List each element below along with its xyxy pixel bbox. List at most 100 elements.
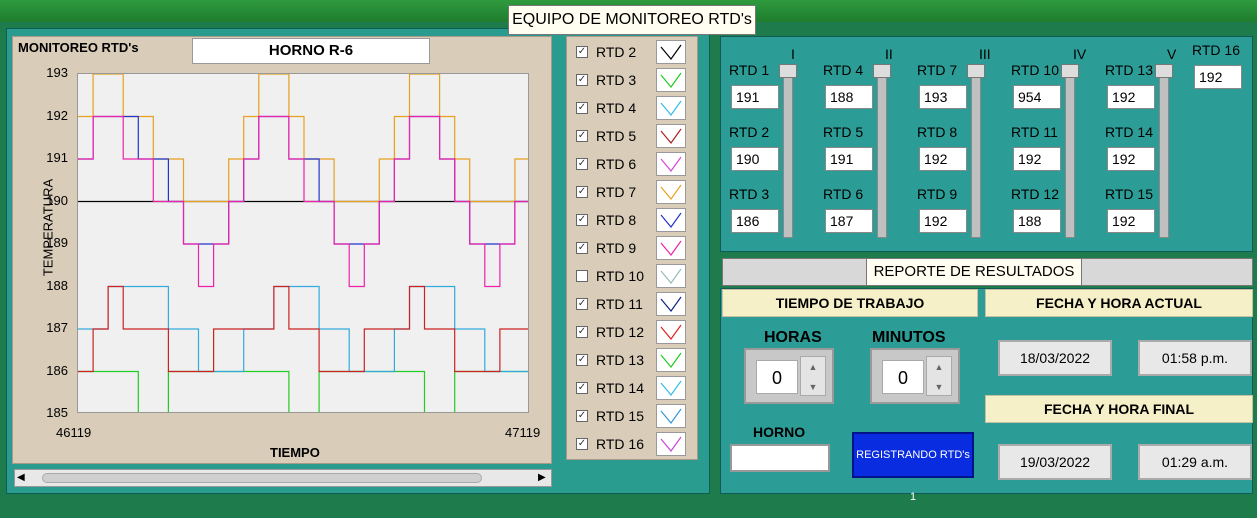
legend-label: RTD 15 xyxy=(596,408,644,424)
slider-roman-label: II xyxy=(885,46,893,62)
rtd-value: 186 xyxy=(731,209,779,233)
slider-track[interactable] xyxy=(877,68,887,238)
legend-item[interactable]: ✓ RTD 12 xyxy=(572,318,696,346)
rtd-label: RTD 8 xyxy=(917,124,958,140)
legend-item[interactable]: RTD 10 xyxy=(572,262,696,290)
legend-item[interactable]: ✓ RTD 7 xyxy=(572,178,696,206)
rtd-label: RTD 12 xyxy=(1011,186,1059,202)
legend-label: RTD 9 xyxy=(596,240,637,256)
current-datetime-header: FECHA Y HORA ACTUAL xyxy=(985,289,1253,317)
legend-label: RTD 8 xyxy=(596,212,637,228)
scroll-left-icon[interactable]: ◀ xyxy=(17,472,25,483)
slider-track[interactable] xyxy=(783,68,793,238)
legend-item[interactable]: ✓ RTD 16 xyxy=(572,430,696,458)
oven-input[interactable] xyxy=(730,444,830,472)
plot-area[interactable] xyxy=(77,73,529,413)
rtd-label: RTD 5 xyxy=(823,124,864,140)
legend-swatch xyxy=(656,404,686,428)
rtd-label: RTD 1 xyxy=(729,62,770,78)
legend-checkbox[interactable]: ✓ xyxy=(576,186,588,198)
legend-checkbox[interactable]: ✓ xyxy=(576,438,588,450)
legend-checkbox[interactable]: ✓ xyxy=(576,298,588,310)
legend-item[interactable]: ✓ RTD 11 xyxy=(572,290,696,318)
legend-label: RTD 2 xyxy=(596,44,637,60)
x-tick-min: 46119 xyxy=(56,425,92,440)
rtd-value: 188 xyxy=(825,85,873,109)
y-tick-label: 185 xyxy=(46,405,68,420)
legend-item[interactable]: ✓ RTD 9 xyxy=(572,234,696,262)
rtd16-value: 192 xyxy=(1194,65,1242,89)
legend-checkbox[interactable]: ✓ xyxy=(576,354,588,366)
slider-track[interactable] xyxy=(1159,68,1169,238)
y-tick-label: 191 xyxy=(46,150,68,165)
rtd-label: RTD 11 xyxy=(1011,124,1058,140)
legend-swatch xyxy=(656,68,686,92)
legend-item[interactable]: ✓ RTD 3 xyxy=(572,66,696,94)
legend-label: RTD 14 xyxy=(596,380,644,396)
legend-item[interactable]: ✓ RTD 8 xyxy=(572,206,696,234)
legend-item[interactable]: ✓ RTD 13 xyxy=(572,346,696,374)
rtd-value: 187 xyxy=(825,209,873,233)
slider-roman-label: III xyxy=(979,46,991,62)
slider-track[interactable] xyxy=(1065,68,1075,238)
slider-track[interactable] xyxy=(971,68,981,238)
register-button[interactable]: REGISTRANDO RTD's 1 xyxy=(852,432,974,503)
rtd-value: 190 xyxy=(731,147,779,171)
legend-item[interactable]: ✓ RTD 2 xyxy=(572,38,696,66)
legend-item[interactable]: ✓ RTD 4 xyxy=(572,94,696,122)
legend-label: RTD 6 xyxy=(596,156,637,172)
window-title: EQUIPO DE MONITOREO RTD's xyxy=(508,5,756,35)
rtd-label: RTD 13 xyxy=(1105,62,1153,78)
slider-roman-label: IV xyxy=(1073,46,1087,62)
oven-name-display: HORNO R-6 xyxy=(192,38,430,64)
slider-knob[interactable] xyxy=(1061,64,1079,78)
legend-item[interactable]: ✓ RTD 14 xyxy=(572,374,696,402)
y-tick-label: 193 xyxy=(46,65,68,80)
legend-checkbox[interactable]: ✓ xyxy=(576,382,588,394)
slider-knob[interactable] xyxy=(967,64,985,78)
line-chart xyxy=(78,74,528,412)
y-tick-label: 192 xyxy=(46,107,68,123)
scroll-right-icon[interactable]: ▶ xyxy=(538,472,546,483)
legend-swatch xyxy=(656,152,686,176)
slider-knob[interactable] xyxy=(873,64,891,78)
legend-swatch xyxy=(656,40,686,64)
hours-control[interactable]: 0 ▲ ▼ xyxy=(744,348,834,404)
legend-item[interactable]: ✓ RTD 15 xyxy=(572,402,696,430)
legend-checkbox[interactable] xyxy=(576,270,588,282)
legend-checkbox[interactable]: ✓ xyxy=(576,130,588,142)
legend-label: RTD 13 xyxy=(596,352,644,368)
legend-item[interactable]: ✓ RTD 5 xyxy=(572,122,696,150)
minutes-label: MINUTOS xyxy=(872,329,946,346)
minutes-spinner-icon[interactable]: ▲ ▼ xyxy=(926,356,952,396)
legend-checkbox[interactable]: ✓ xyxy=(576,214,588,226)
rtd-label: RTD 7 xyxy=(917,62,958,78)
hours-value[interactable]: 0 xyxy=(756,360,798,394)
rtd-value: 192 xyxy=(1107,209,1155,233)
slider-knob[interactable] xyxy=(779,64,797,78)
scrollbar-thumb[interactable] xyxy=(42,473,482,483)
minutes-value[interactable]: 0 xyxy=(882,360,924,394)
oven-label: HORNO xyxy=(753,424,806,440)
legend-checkbox[interactable]: ✓ xyxy=(576,410,588,422)
x-axis-label: TIEMPO xyxy=(270,445,320,460)
legend-item[interactable]: ✓ RTD 6 xyxy=(572,150,696,178)
legend-swatch xyxy=(656,264,686,288)
rtd-readings-panel xyxy=(720,36,1253,252)
slider-knob[interactable] xyxy=(1155,64,1173,78)
rtd-value: 192 xyxy=(1013,147,1061,171)
final-date: 19/03/2022 xyxy=(998,444,1112,480)
legend-checkbox[interactable]: ✓ xyxy=(576,242,588,254)
current-date: 18/03/2022 xyxy=(998,340,1112,376)
y-tick-label: 187 xyxy=(46,320,68,335)
legend-checkbox[interactable]: ✓ xyxy=(576,158,588,170)
legend-swatch xyxy=(656,124,686,148)
hours-spinner-icon[interactable]: ▲ ▼ xyxy=(800,356,826,396)
legend-checkbox[interactable]: ✓ xyxy=(576,326,588,338)
minutes-control[interactable]: 0 ▲ ▼ xyxy=(870,348,960,404)
legend-checkbox[interactable]: ✓ xyxy=(576,74,588,86)
legend-swatch xyxy=(656,320,686,344)
legend-checkbox[interactable]: ✓ xyxy=(576,102,588,114)
legend-checkbox[interactable]: ✓ xyxy=(576,46,588,58)
hours-label: HORAS xyxy=(764,329,822,346)
